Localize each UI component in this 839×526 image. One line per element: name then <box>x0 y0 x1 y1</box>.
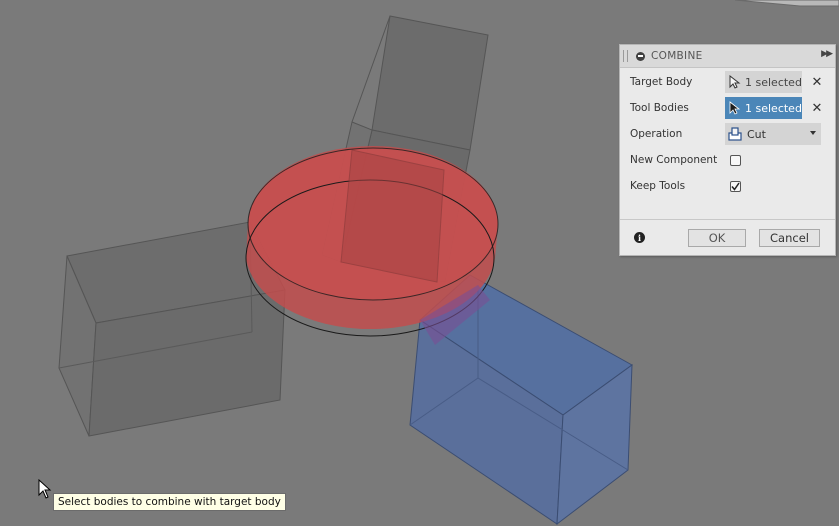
tool-bodies-selection: 1 selected <box>745 101 802 115</box>
combine-dialog: COMBINE ▶▶ Target Body 1 selected ✕ Tool… <box>619 44 836 256</box>
select-cursor-icon <box>729 75 741 89</box>
dialog-title: COMBINE <box>651 50 703 62</box>
mouse-pointer-icon <box>38 479 52 499</box>
checkmark-icon <box>731 182 740 191</box>
drag-grip-icon[interactable] <box>623 50 628 62</box>
operation-row: Operation Cut <box>620 123 835 145</box>
cancel-button[interactable]: Cancel <box>759 229 820 247</box>
operation-dropdown[interactable]: Cut <box>725 123 821 145</box>
new-component-checkbox[interactable] <box>730 154 741 166</box>
tool-bodies-row: Tool Bodies 1 selected ✕ <box>620 97 835 119</box>
offscreen-body-corner <box>734 0 839 7</box>
expand-icon[interactable]: ▶▶ <box>821 49 833 59</box>
target-body-selection: 1 selected <box>745 75 802 89</box>
tooltip: Select bodies to combine with target bod… <box>53 493 286 511</box>
dialog-footer: i OK Cancel <box>620 219 835 256</box>
new-component-row: New Component <box>620 149 835 171</box>
keep-tools-row: Keep Tools <box>620 175 835 197</box>
target-body-label: Target Body <box>630 76 693 88</box>
operation-value: Cut <box>747 127 766 141</box>
tool-bodies-label: Tool Bodies <box>630 102 689 114</box>
target-body-row: Target Body 1 selected ✕ <box>620 71 835 93</box>
clear-target-icon[interactable]: ✕ <box>810 75 824 89</box>
new-component-label: New Component <box>630 154 718 166</box>
dialog-header[interactable]: COMBINE ▶▶ <box>620 45 835 68</box>
select-cursor-icon <box>729 101 741 115</box>
cut-operation-icon <box>728 127 742 141</box>
target-body-select-button[interactable]: 1 selected <box>725 71 802 93</box>
chevron-down-icon <box>810 131 816 135</box>
keep-tools-checkbox[interactable] <box>730 180 741 192</box>
clear-tools-icon[interactable]: ✕ <box>810 101 824 115</box>
collapse-icon[interactable] <box>636 51 645 61</box>
tool-bodies-select-button[interactable]: 1 selected <box>725 97 802 119</box>
keep-tools-label: Keep Tools <box>630 180 686 192</box>
info-icon[interactable]: i <box>634 232 645 243</box>
ok-button[interactable]: OK <box>688 229 746 247</box>
operation-label: Operation <box>630 128 683 140</box>
